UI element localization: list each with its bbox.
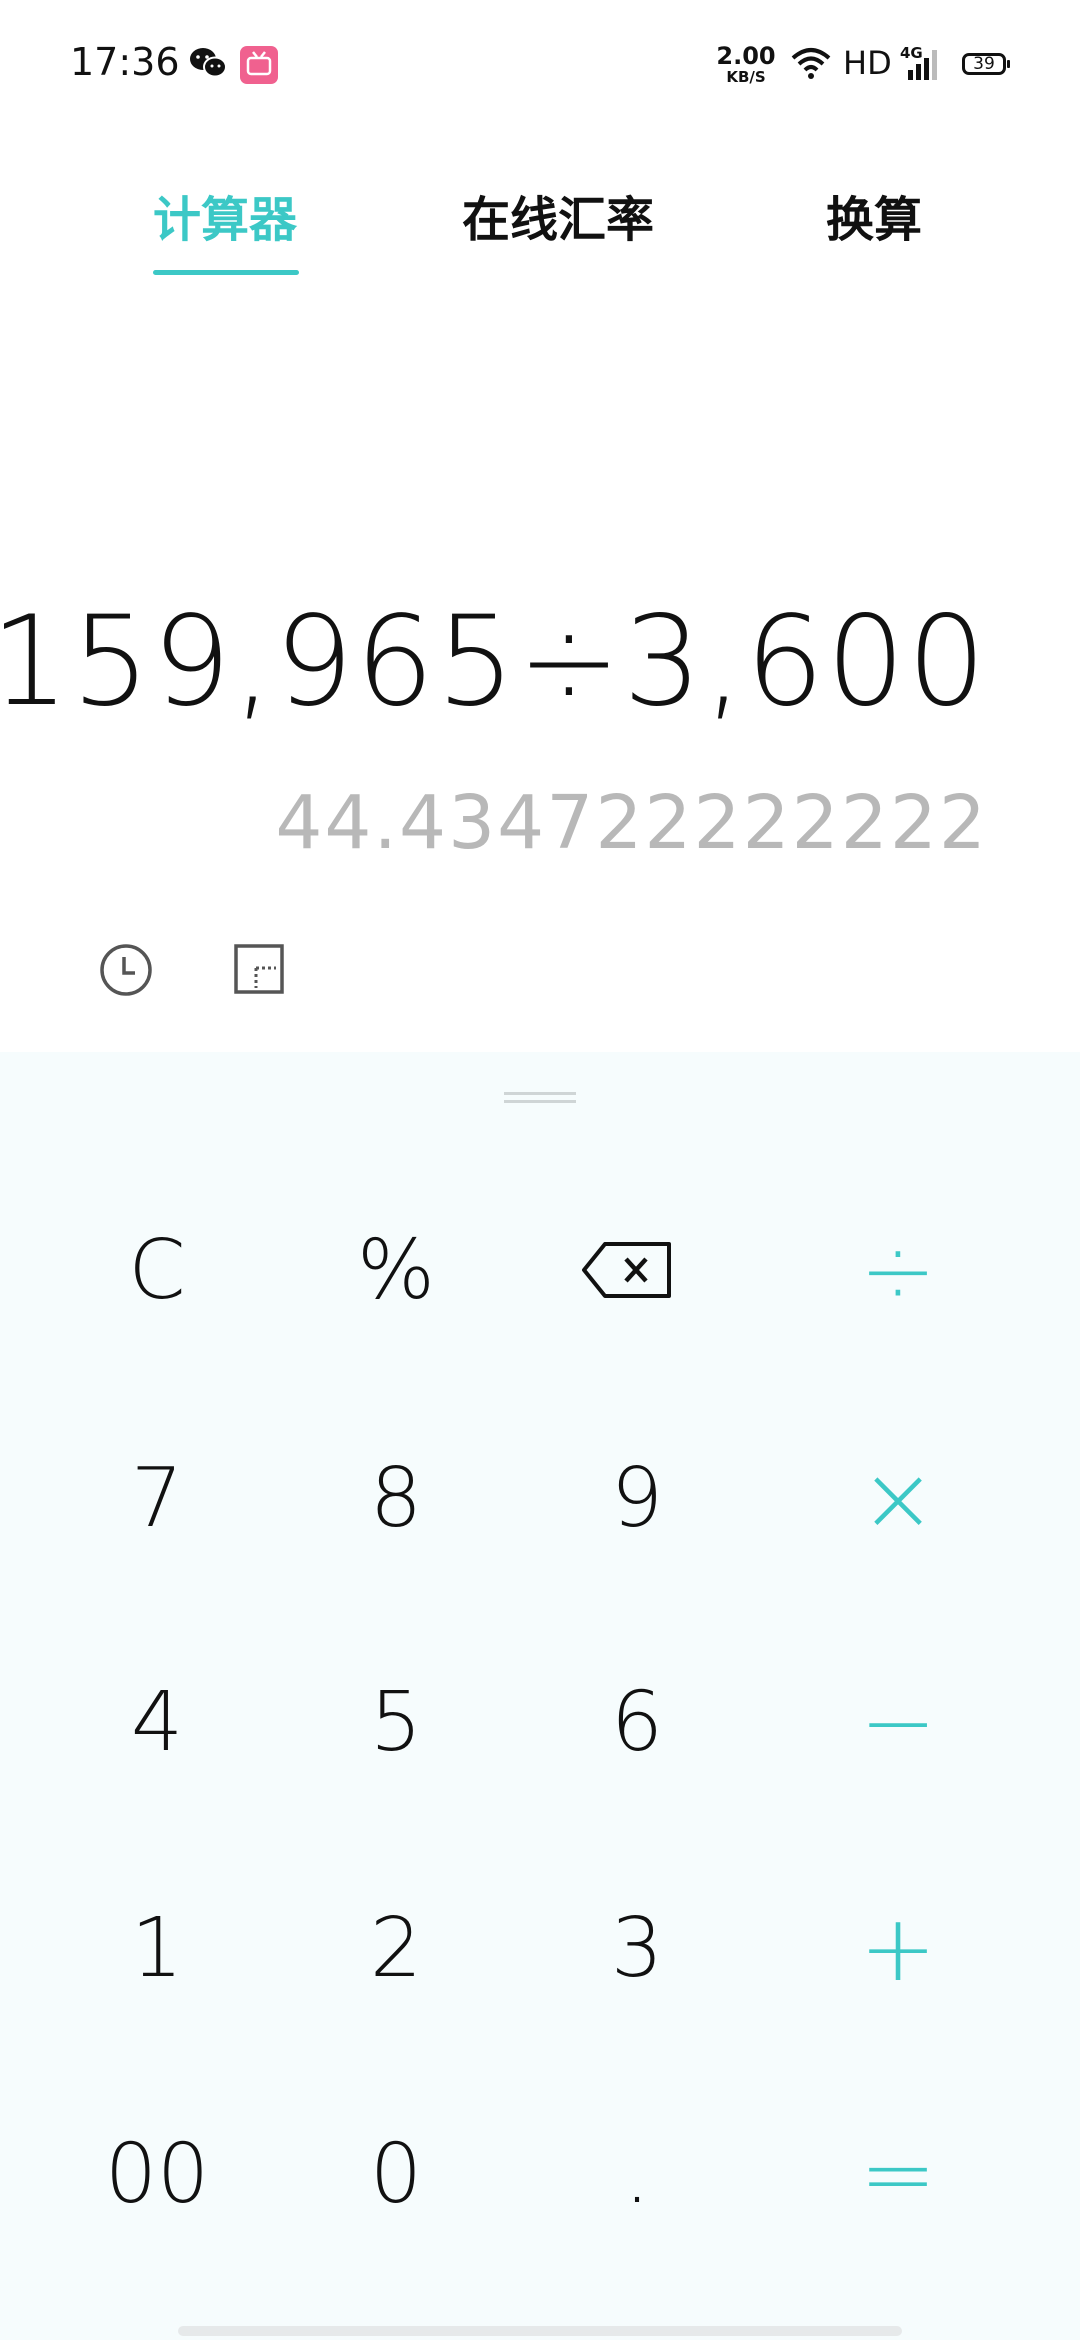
decimal-point-button[interactable]: . — [537, 2084, 737, 2264]
digit-1-button[interactable]: 1 — [57, 1858, 257, 2038]
digit-5-button[interactable]: 5 — [296, 1632, 496, 1812]
keypad: C % ÷ 7 8 9 × 4 5 6 − 1 2 3 + 00 0 . = — [0, 1052, 1080, 2340]
battery-icon: 39 — [962, 53, 1010, 75]
digit-3-button[interactable]: 3 — [537, 1858, 737, 2038]
plus-button[interactable]: + — [798, 1858, 998, 2038]
backspace-icon — [582, 1242, 671, 1298]
tab-bar: 计算器 在线汇率 换算 — [0, 170, 1080, 290]
backspace-button[interactable] — [527, 1180, 727, 1360]
digit-9-button[interactable]: 9 — [537, 1408, 737, 1588]
wechat-icon — [190, 48, 227, 78]
tab-indicator — [153, 270, 299, 275]
bilibili-icon — [240, 46, 278, 84]
minus-button[interactable]: − — [798, 1632, 998, 1812]
scientific-mode-icon[interactable] — [234, 944, 284, 994]
clear-button[interactable]: C — [57, 1180, 257, 1360]
tab-exchange-rate[interactable]: 在线汇率 — [458, 180, 658, 250]
hd-indicator: HD — [843, 44, 892, 82]
equals-button[interactable]: = — [798, 2084, 998, 2264]
digit-7-button[interactable]: 7 — [57, 1408, 257, 1588]
network-speed: 2.00 KB/S — [716, 42, 776, 86]
digit-8-button[interactable]: 8 — [296, 1408, 496, 1588]
percent-button[interactable]: % — [296, 1180, 496, 1360]
status-bar: 17:36 2.00 KB/S HD 4G 39 — [0, 0, 1080, 130]
drag-handle[interactable] — [504, 1092, 576, 1103]
wifi-icon — [791, 48, 831, 79]
multiply-button[interactable]: × — [798, 1408, 998, 1588]
tab-conversion[interactable]: 换算 — [818, 180, 930, 250]
digit-2-button[interactable]: 2 — [296, 1858, 496, 2038]
status-time: 17:36 — [70, 40, 180, 84]
double-zero-button[interactable]: 00 — [57, 2084, 257, 2264]
signal-icon: 4G — [900, 44, 944, 82]
home-indicator[interactable] — [178, 2326, 902, 2336]
result-display: 44.434722222222 — [275, 780, 988, 866]
digit-6-button[interactable]: 6 — [537, 1632, 737, 1812]
clock-icon[interactable] — [98, 942, 154, 998]
expression-display: 159,965÷3,600 — [0, 590, 988, 734]
digit-4-button[interactable]: 4 — [57, 1632, 257, 1812]
divide-button[interactable]: ÷ — [798, 1180, 998, 1360]
tab-calculator[interactable]: 计算器 — [150, 180, 300, 250]
digit-0-button[interactable]: 0 — [296, 2084, 496, 2264]
